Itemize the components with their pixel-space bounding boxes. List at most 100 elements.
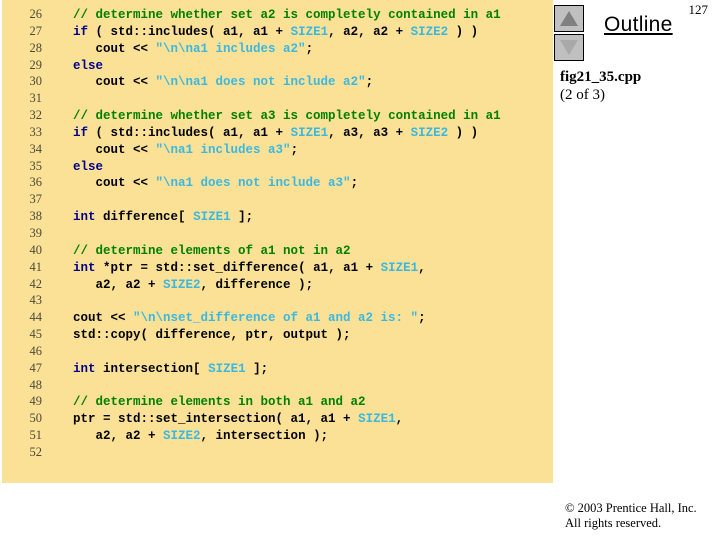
line-number: 48: [29, 377, 43, 392]
triangle-up-icon: [560, 11, 578, 26]
code-token-plain: , a3, a3 +: [328, 125, 411, 140]
code-text: // determine elements of a1 not in a2: [46, 244, 351, 258]
copyright-line-1: © 2003 Prentice Hall, Inc.: [565, 501, 697, 515]
code-line: 32 // determine whether set a3 is comple…: [2, 108, 553, 125]
file-name: fig21_35.cpp: [560, 69, 642, 85]
code-token-const: SIZE2: [163, 277, 201, 292]
code-text: else: [46, 160, 103, 174]
line-number: 34: [29, 141, 43, 156]
code-line: 52: [2, 445, 553, 462]
line-number: 49: [29, 394, 43, 409]
line-number: 43: [29, 293, 43, 308]
code-token-plain: cout <<: [58, 75, 156, 90]
code-token-keyword: else: [73, 58, 104, 73]
code-text: a2, a2 + SIZE2, intersection );: [46, 429, 329, 444]
line-number: 29: [29, 57, 43, 72]
code-text: if ( std::includes( a1, a1 + SIZE1, a2, …: [46, 25, 478, 39]
code-text: std::copy( difference, ptr, output );: [46, 328, 351, 342]
code-token-comment: // determine elements of a1 not in a2: [73, 243, 351, 258]
code-token-const: SIZE1: [290, 24, 329, 39]
code-line: 50 ptr = std::set_intersection( a1, a1 +…: [2, 411, 553, 428]
code-token-keyword: int: [73, 210, 96, 225]
line-number: 31: [29, 91, 43, 106]
line-number: 26: [29, 7, 43, 21]
code-token-plain: ;: [350, 176, 359, 191]
triangle-down-icon: [560, 40, 578, 55]
code-token-keyword: int: [73, 361, 96, 376]
outline-title: Outline: [604, 13, 673, 36]
code-token-plain: intersection[: [95, 361, 209, 376]
code-token-plain: cout <<: [58, 142, 156, 157]
line-number: 35: [29, 158, 43, 173]
code-text: a2, a2 + SIZE2, difference );: [46, 277, 314, 292]
code-line: 30 cout << "\n\na1 does not include a2";: [2, 74, 553, 91]
line-number: 40: [29, 242, 43, 257]
code-token-plain: a2, a2 +: [58, 429, 164, 444]
line-number: 37: [29, 192, 43, 207]
code-token-const: SIZE2: [163, 429, 201, 444]
code-token-plain: ;: [305, 41, 314, 56]
code-token-string: "\n\na1 includes a2": [155, 41, 306, 56]
line-number: 42: [29, 276, 43, 291]
code-token-plain: , a2, a2 +: [328, 24, 411, 39]
line-number: 46: [29, 343, 43, 358]
code-token-plain: ];: [245, 361, 269, 376]
line-number: 27: [29, 23, 43, 38]
code-token-plain: cout <<: [58, 41, 156, 56]
line-number: 45: [29, 327, 43, 342]
code-token-keyword: int: [73, 260, 96, 275]
code-text: // determine whether set a2 is completel…: [46, 8, 501, 22]
code-text: if ( std::includes( a1, a1 + SIZE1, a3, …: [46, 126, 478, 140]
code-text: cout << "\n\na1 includes a2";: [46, 41, 314, 56]
code-token-const: SIZE2: [410, 24, 449, 39]
line-number: 36: [29, 175, 43, 190]
code-line: 41 int *ptr = std::set_difference( a1, a…: [2, 260, 553, 277]
code-line: 29 else: [2, 58, 553, 75]
code-token-plain: difference[: [95, 210, 194, 225]
code-line: 37: [2, 192, 553, 209]
copyright-line-2: All rights reserved.: [565, 516, 662, 530]
line-number: 32: [29, 108, 43, 123]
code-token-keyword: else: [73, 159, 104, 174]
code-line: 31: [2, 91, 553, 108]
code-token-comment: // determine whether set a3 is completel…: [73, 109, 501, 124]
line-number: 52: [29, 444, 43, 459]
code-token-string: "\n\na1 does not include a2": [155, 75, 366, 90]
code-line: 28 cout << "\n\na1 includes a2";: [2, 41, 553, 58]
scroll-down-button[interactable]: [554, 34, 584, 61]
code-token-plain: ;: [418, 311, 426, 326]
code-token-plain: ptr = std::set_intersection( a1, a1 +: [58, 412, 359, 427]
line-number: 38: [29, 209, 43, 224]
line-number: 39: [29, 225, 43, 240]
code-line: 39: [2, 226, 553, 243]
code-token-const: SIZE1: [208, 361, 246, 376]
code-token-plain: ) ): [448, 125, 479, 140]
code-text: else: [46, 59, 103, 73]
copyright-notice: © 2003 Prentice Hall, Inc. All rights re…: [565, 501, 697, 531]
code-token-plain: a2, a2 +: [58, 277, 164, 292]
line-number: 33: [29, 124, 43, 139]
code-line: 48: [2, 378, 553, 395]
line-number: 50: [29, 411, 43, 426]
code-listing-panel: 26 // determine whether set a2 is comple…: [2, 0, 553, 483]
code-token-plain: ) ): [448, 24, 479, 39]
code-token-comment: // determine whether set a2 is completel…: [73, 8, 501, 22]
code-token-const: SIZE1: [358, 412, 396, 427]
code-text: int intersection[ SIZE1 ];: [46, 362, 268, 376]
code-line: 33 if ( std::includes( a1, a1 + SIZE1, a…: [2, 125, 553, 142]
line-number: 28: [29, 40, 43, 55]
code-line: 26 // determine whether set a2 is comple…: [2, 7, 553, 24]
outline-pane: Outline 127 fig21_35.cpp (2 of 3): [553, 0, 720, 540]
scroll-up-button[interactable]: [554, 5, 584, 32]
code-line: 35 else: [2, 159, 553, 176]
line-number: 51: [29, 428, 43, 443]
code-line: 43: [2, 293, 553, 310]
file-part: (2 of 3): [560, 87, 605, 103]
